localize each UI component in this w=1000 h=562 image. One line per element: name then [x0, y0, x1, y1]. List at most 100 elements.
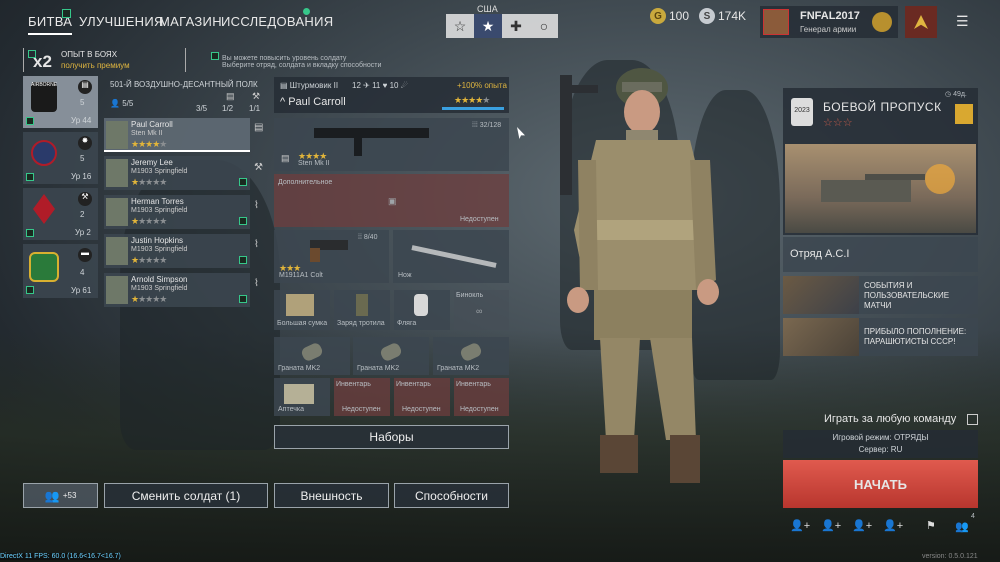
nav-tab-shop[interactable]: МАГАЗИН — [159, 14, 222, 29]
primary-weapon-slot[interactable]: ⁞⁞⁞ 32/128 ▤ ★★★★ Sten Mk II — [274, 118, 509, 171]
xp-bonus: +100% опыта — [457, 81, 507, 90]
event-image — [783, 276, 859, 314]
item-name: Аптечка — [278, 406, 305, 413]
squad-card[interactable]: ✸ 5 Ур 16 — [23, 132, 98, 184]
squad-card[interactable]: AIRBORNE ▤ 5 Ур 44 — [23, 76, 98, 128]
notification-icon — [239, 217, 247, 225]
wrench-icon[interactable]: ⚒ — [254, 162, 263, 173]
bayonet-icon[interactable]: ⌇ — [254, 278, 259, 289]
notification-icon — [239, 295, 247, 303]
soldier-name: Jeremy Lee — [131, 158, 173, 167]
soldier-portrait — [106, 159, 128, 187]
squad-level: Ур 61 — [71, 286, 92, 295]
battle-pass-panel[interactable]: 2023 БОЕВОЙ ПРОПУСК ☆☆☆ ◷ 49д. — [783, 88, 978, 235]
event-card[interactable]: ПРИБЫЛО ПОПОЛНЕНИЕ: ПАРАШЮТИСТЫ СССР! — [783, 318, 978, 356]
document-icon[interactable]: ▤ — [254, 122, 263, 133]
ammo-count: ⁞⁞ 8/40 — [358, 234, 378, 241]
squad-level: Ур 44 — [71, 116, 92, 125]
xp-boost[interactable]: x2 ОПЫТ В БОЯХ получить премиум — [23, 48, 186, 72]
rank-chevron-icon[interactable] — [905, 6, 937, 38]
squad-patch-icon — [33, 194, 55, 224]
slot-label: Инвентарь — [396, 381, 431, 388]
squad-card[interactable]: ⚒ 2 Ур 2 — [23, 188, 98, 240]
soldier-list: Paul Carroll Sten Mk II ★★★★★ ▤ Jeremy L… — [104, 118, 270, 310]
add-friend-icon[interactable]: 👤+ — [790, 519, 810, 532]
item-slot[interactable]: Большая сумка — [274, 290, 330, 330]
add-friend-icon[interactable]: 👤+ — [852, 519, 872, 532]
soldier-row[interactable]: Jeremy Lee M1903 Springfield ★★★★★ — [104, 156, 250, 190]
item-slot[interactable]: Заряд тротила — [334, 290, 390, 330]
inventory-slot[interactable]: Инвентарь Недоступен — [334, 378, 390, 416]
version-label: version: 0.5.0.121 — [922, 553, 978, 560]
secondary-weapon-slot[interactable]: Дополнительное ▣ Недоступен — [274, 174, 509, 227]
squad-count: 5 — [80, 154, 85, 163]
abilities-button[interactable]: Способности — [394, 483, 509, 508]
cross-icon[interactable]: ✚ — [502, 14, 530, 38]
squad-offer-card[interactable]: Отряд A.C.I — [783, 237, 978, 272]
bayonet-icon[interactable]: ⌇ — [254, 239, 259, 250]
grenade-image — [458, 341, 484, 363]
medkit-slot[interactable]: Аптечка — [274, 378, 330, 416]
squad-roster-button[interactable]: 👥 +53 — [23, 483, 98, 508]
nav-tab-research[interactable]: ИССЛЕДОВАНИЯ — [221, 14, 333, 29]
event-card[interactable]: СОБЫТИЯ И ПОЛЬЗОВАТЕЛЬСКИЕ МАТЧИ — [783, 276, 978, 314]
bayonet-icon[interactable]: ⌇ — [254, 200, 259, 211]
add-friend-icon[interactable]: 👤+ — [821, 519, 841, 532]
event-text: СОБЫТИЯ И ПОЛЬЗОВАТЕЛЬСКИЕ МАТЧИ — [864, 281, 950, 310]
grenade-slot[interactable]: Граната MK2 — [353, 337, 429, 375]
notification-icon — [26, 286, 34, 294]
item-slot[interactable]: Фляга — [394, 290, 450, 330]
change-soldier-button[interactable]: Сменить солдат (1) — [104, 483, 268, 508]
weapon-name: Sten Mk II — [298, 160, 330, 167]
soldier-row[interactable]: Arnold Simpson M1903 Springfield ★★★★★ — [104, 273, 250, 307]
player-profile[interactable]: FNFAL2017 Генерал армии — [760, 6, 898, 38]
gold-amount[interactable]: 100 — [669, 9, 689, 23]
weapon-image — [310, 248, 320, 262]
item-name: Фляга — [397, 320, 417, 327]
any-team-checkbox[interactable] — [967, 414, 978, 425]
tnt-image — [356, 294, 368, 316]
grenade-slot[interactable]: Граната MK2 — [274, 337, 350, 375]
soldier-row[interactable]: Paul Carroll Sten Mk II ★★★★★ — [104, 118, 250, 152]
flag-icon[interactable]: ⚑ — [926, 519, 936, 532]
appearance-button[interactable]: Внешность — [274, 483, 389, 508]
star-icon[interactable]: ☆ — [446, 14, 474, 38]
premium-link[interactable]: получить премиум — [61, 61, 130, 70]
soldier-portrait — [106, 276, 128, 304]
start-button[interactable]: НАЧАТЬ — [783, 460, 978, 508]
weapon-image — [354, 134, 362, 156]
soldier-row[interactable]: Herman Torres M1903 Springfield ★★★★★ — [104, 195, 250, 229]
regiment-slot: 1/2 — [222, 104, 234, 113]
medkit-image — [284, 384, 314, 404]
group-icon[interactable]: 👥 — [955, 520, 969, 533]
silver-amount[interactable]: 174K — [718, 9, 746, 23]
squad-offer-name: Отряд A.C.I — [790, 248, 850, 260]
squad-card[interactable]: ▬ 4 Ур 61 — [23, 244, 98, 298]
item-name: Заряд тротила — [337, 320, 385, 327]
add-friend-icon[interactable]: 👤+ — [883, 519, 903, 532]
inventory-slot[interactable]: Инвентарь Недоступен — [394, 378, 450, 416]
soldier-row[interactable]: Justin Hopkins M1903 Springfield ★★★★★ — [104, 234, 250, 268]
soldier-character[interactable] — [550, 60, 730, 500]
soldier-weapon: M1903 Springfield — [131, 246, 188, 253]
sets-button[interactable]: Наборы — [274, 425, 509, 449]
inventory-slot[interactable]: Инвентарь Недоступен — [454, 378, 509, 416]
pistol-slot[interactable]: ⁞⁞ 8/40 ★★★ M1911A1 Colt — [274, 230, 389, 283]
grenade-slot[interactable]: Граната MK2 — [433, 337, 509, 375]
people-icon: 👥 — [44, 488, 60, 503]
item-slot[interactable]: Бинокль ∞ — [454, 290, 509, 330]
gold-coin-icon: G — [650, 8, 666, 24]
game-mode-panel[interactable]: Игровой режим: ОТРЯДЫ Сервер: RU — [783, 430, 978, 458]
usa-star-icon[interactable]: ★ — [474, 14, 502, 38]
menu-icon[interactable]: ☰ — [956, 13, 969, 30]
regiment-name: 501-Й ВОЗДУШНО-ДЕСАНТНЫЙ ПОЛК — [110, 80, 258, 89]
grenade-image — [378, 341, 404, 363]
nav-tab-upgrades[interactable]: УЛУЧШЕНИЯ — [79, 14, 164, 29]
event-image — [783, 318, 859, 356]
notification-icon — [239, 178, 247, 186]
flask-image — [414, 294, 428, 316]
regiment-slot: 3/5 — [196, 104, 208, 113]
circle-icon[interactable]: ○ — [530, 14, 558, 38]
binocular-icon: ∞ — [476, 306, 483, 316]
melee-slot[interactable]: Нож — [393, 230, 509, 283]
